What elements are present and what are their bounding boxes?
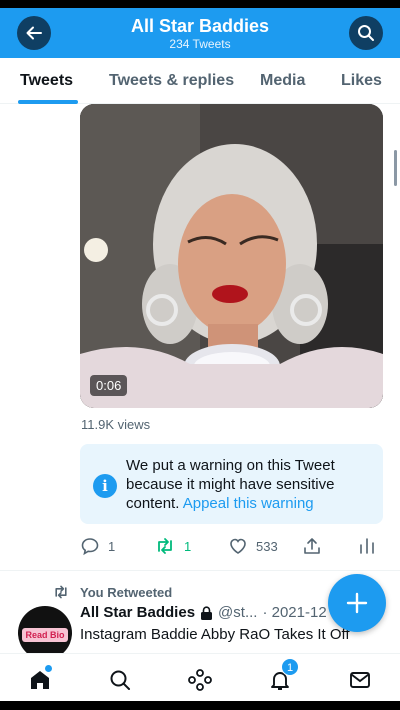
tweet-divider [0,570,400,571]
nav-messages[interactable] [346,666,374,694]
tweet-actions: 1 1 533 [80,536,383,560]
reply-icon [81,538,99,556]
avatar[interactable]: Read Bio [18,606,72,653]
author-name[interactable]: All Star Baddies [80,604,195,621]
reply-count: 1 [108,538,116,554]
sensitive-content-notice: i We put a warning on this Tweet because… [80,444,383,524]
view-count: 11.9K views [81,417,151,432]
tab-media[interactable]: Media [260,72,305,90]
bottom-navigation: 1 [0,653,400,701]
mail-icon [350,672,370,688]
heart-icon [230,538,246,554]
spaces-icon [188,669,212,691]
nav-notifications[interactable]: 1 [266,658,299,694]
retweet-icon [55,585,67,599]
tweet-video[interactable]: 0:06 [80,104,383,408]
retweet-context-label: You Retweeted [80,584,173,600]
reply-button[interactable]: 1 [80,536,115,556]
retweet-context: You Retweeted [52,584,172,600]
author-handle[interactable]: @st... [218,604,257,621]
app: All Star Baddies 234 Tweets Tweets Tweet… [0,8,400,701]
tweet-count: 234 Tweets [169,37,231,51]
lock-icon [201,605,213,620]
compose-tweet-button[interactable] [328,574,386,632]
new-content-dot [45,665,52,672]
video-thumbnail [80,104,383,408]
like-button[interactable]: 533 [228,536,278,556]
tab-tweets[interactable]: Tweets [20,72,73,90]
retweet-count: 1 [184,538,192,554]
retweet-icon [158,538,172,554]
profile-header: All Star Baddies 234 Tweets [0,8,400,58]
system-nav-bar [0,701,400,710]
like-count: 533 [256,538,278,554]
tweet-feed[interactable]: 0:06 11.9K views i We put a warning on t… [0,104,400,653]
video-duration: 0:06 [90,375,128,396]
notification-count-badge: 1 [281,658,299,676]
retweet-button[interactable]: 1 [154,536,191,556]
tweet-date: · 2021-12 [262,604,327,621]
search-icon [358,25,374,41]
share-button[interactable] [302,536,322,556]
scrollbar[interactable] [394,150,397,186]
nav-home[interactable] [26,665,54,694]
profile-title: All Star Baddies [130,16,270,36]
nav-search[interactable] [106,666,134,694]
avatar-badge: Read Bio [22,628,68,642]
analytics-button[interactable] [358,536,376,556]
tab-likes[interactable]: Likes [341,72,382,90]
tab-tweets-replies[interactable]: Tweets & replies [109,72,234,90]
status-bar [0,0,400,8]
appeal-warning-link[interactable]: Appeal this warning [183,495,314,512]
analytics-icon [360,538,374,554]
profile-tabs: Tweets Tweets & replies Media Likes [0,58,400,104]
nav-spaces[interactable] [186,666,214,694]
share-icon [304,538,320,554]
tweet-text[interactable]: Instagram Baddie Abby RaO Takes It Off [80,626,380,643]
search-button[interactable] [349,16,383,50]
info-icon: i [93,474,117,498]
plus-icon [346,592,368,614]
search-icon [110,670,130,690]
